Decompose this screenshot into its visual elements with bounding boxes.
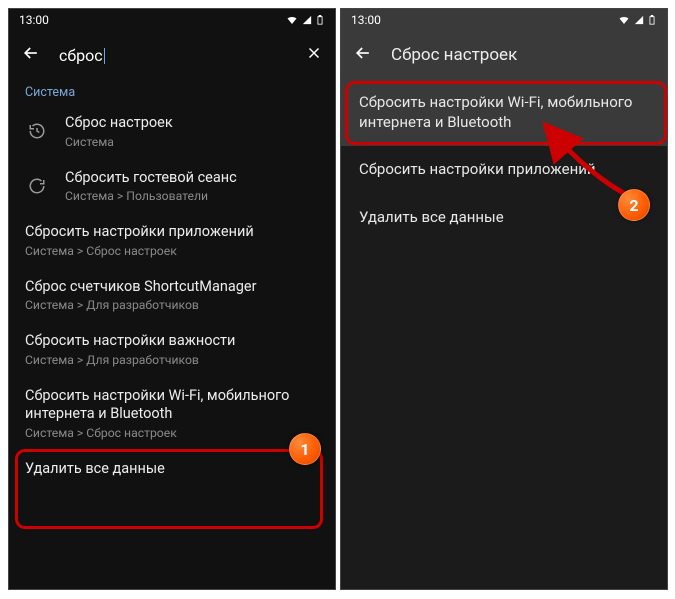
- wifi-icon: [617, 14, 631, 26]
- back-icon[interactable]: [21, 43, 41, 67]
- list-item-highlighted[interactable]: Сбросить настройки Wi-Fi, мобильного инт…: [9, 377, 335, 450]
- search-text: сброс: [59, 46, 103, 65]
- item-title: Сброс счетчиков ShortcutManager: [25, 278, 319, 297]
- list-item[interactable]: Сброс счетчиков ShortcutManager Система …: [9, 268, 335, 323]
- status-bar: 13:00: [341, 9, 667, 31]
- signal-icon: [302, 14, 312, 26]
- text-caret: [104, 48, 105, 64]
- list-item[interactable]: Сброс настроек Система: [9, 104, 335, 159]
- item-title: Сбросить настройки важности: [25, 332, 319, 351]
- clear-icon[interactable]: [305, 44, 323, 67]
- status-icons: [617, 14, 657, 26]
- item-subtitle: Система > Для разработчиков: [25, 353, 319, 367]
- battery-icon: [647, 14, 657, 26]
- item-title: Удалить все данные: [25, 460, 319, 479]
- search-appbar: сброс: [9, 31, 335, 79]
- menu-item-reset-network[interactable]: Сбросить настройки Wi-Fi, мобильного инт…: [341, 79, 667, 146]
- phone-reset-screen: 13:00 Сброс настроек Сбросить настройки …: [340, 8, 668, 590]
- list-item[interactable]: Сбросить гостевой сеанс Система > Пользо…: [9, 159, 335, 214]
- page-title: Сброс настроек: [391, 45, 517, 65]
- menu-item-erase-all[interactable]: Удалить все данные: [341, 194, 667, 242]
- history-icon: [25, 122, 49, 140]
- signal-icon: [634, 14, 644, 26]
- item-subtitle: Система > Сброс настроек: [25, 244, 319, 258]
- menu-item-reset-apps[interactable]: Сбросить настройки приложений: [341, 146, 667, 194]
- title-appbar: Сброс настроек: [341, 31, 667, 79]
- section-label: Система: [9, 79, 335, 104]
- item-subtitle: Система > Для разработчиков: [25, 298, 319, 312]
- item-title: Сброс настроек: [65, 114, 319, 133]
- item-title: Сбросить настройки приложений: [25, 223, 319, 242]
- clock: 13:00: [351, 13, 381, 27]
- clock: 13:00: [19, 13, 49, 27]
- item-subtitle: Система: [65, 135, 319, 149]
- wifi-icon: [285, 14, 299, 26]
- item-subtitle: Система > Сброс настроек: [25, 426, 319, 440]
- status-bar: 13:00: [9, 9, 335, 31]
- refresh-icon: [25, 177, 49, 195]
- item-subtitle: Система > Пользователи: [65, 189, 319, 203]
- phone-search-screen: 13:00 сброс Система Сброс: [8, 8, 336, 590]
- list-item[interactable]: Сбросить настройки важности Система > Дл…: [9, 322, 335, 377]
- list-item[interactable]: Удалить все данные: [9, 450, 335, 483]
- battery-icon: [315, 14, 325, 26]
- item-title: Сбросить настройки Wi-Fi, мобильного инт…: [25, 387, 319, 424]
- list-item[interactable]: Сбросить настройки приложений Система > …: [9, 213, 335, 268]
- item-title: Сбросить гостевой сеанс: [65, 169, 319, 188]
- search-input[interactable]: сброс: [59, 46, 287, 65]
- status-icons: [285, 14, 325, 26]
- back-icon[interactable]: [353, 43, 373, 67]
